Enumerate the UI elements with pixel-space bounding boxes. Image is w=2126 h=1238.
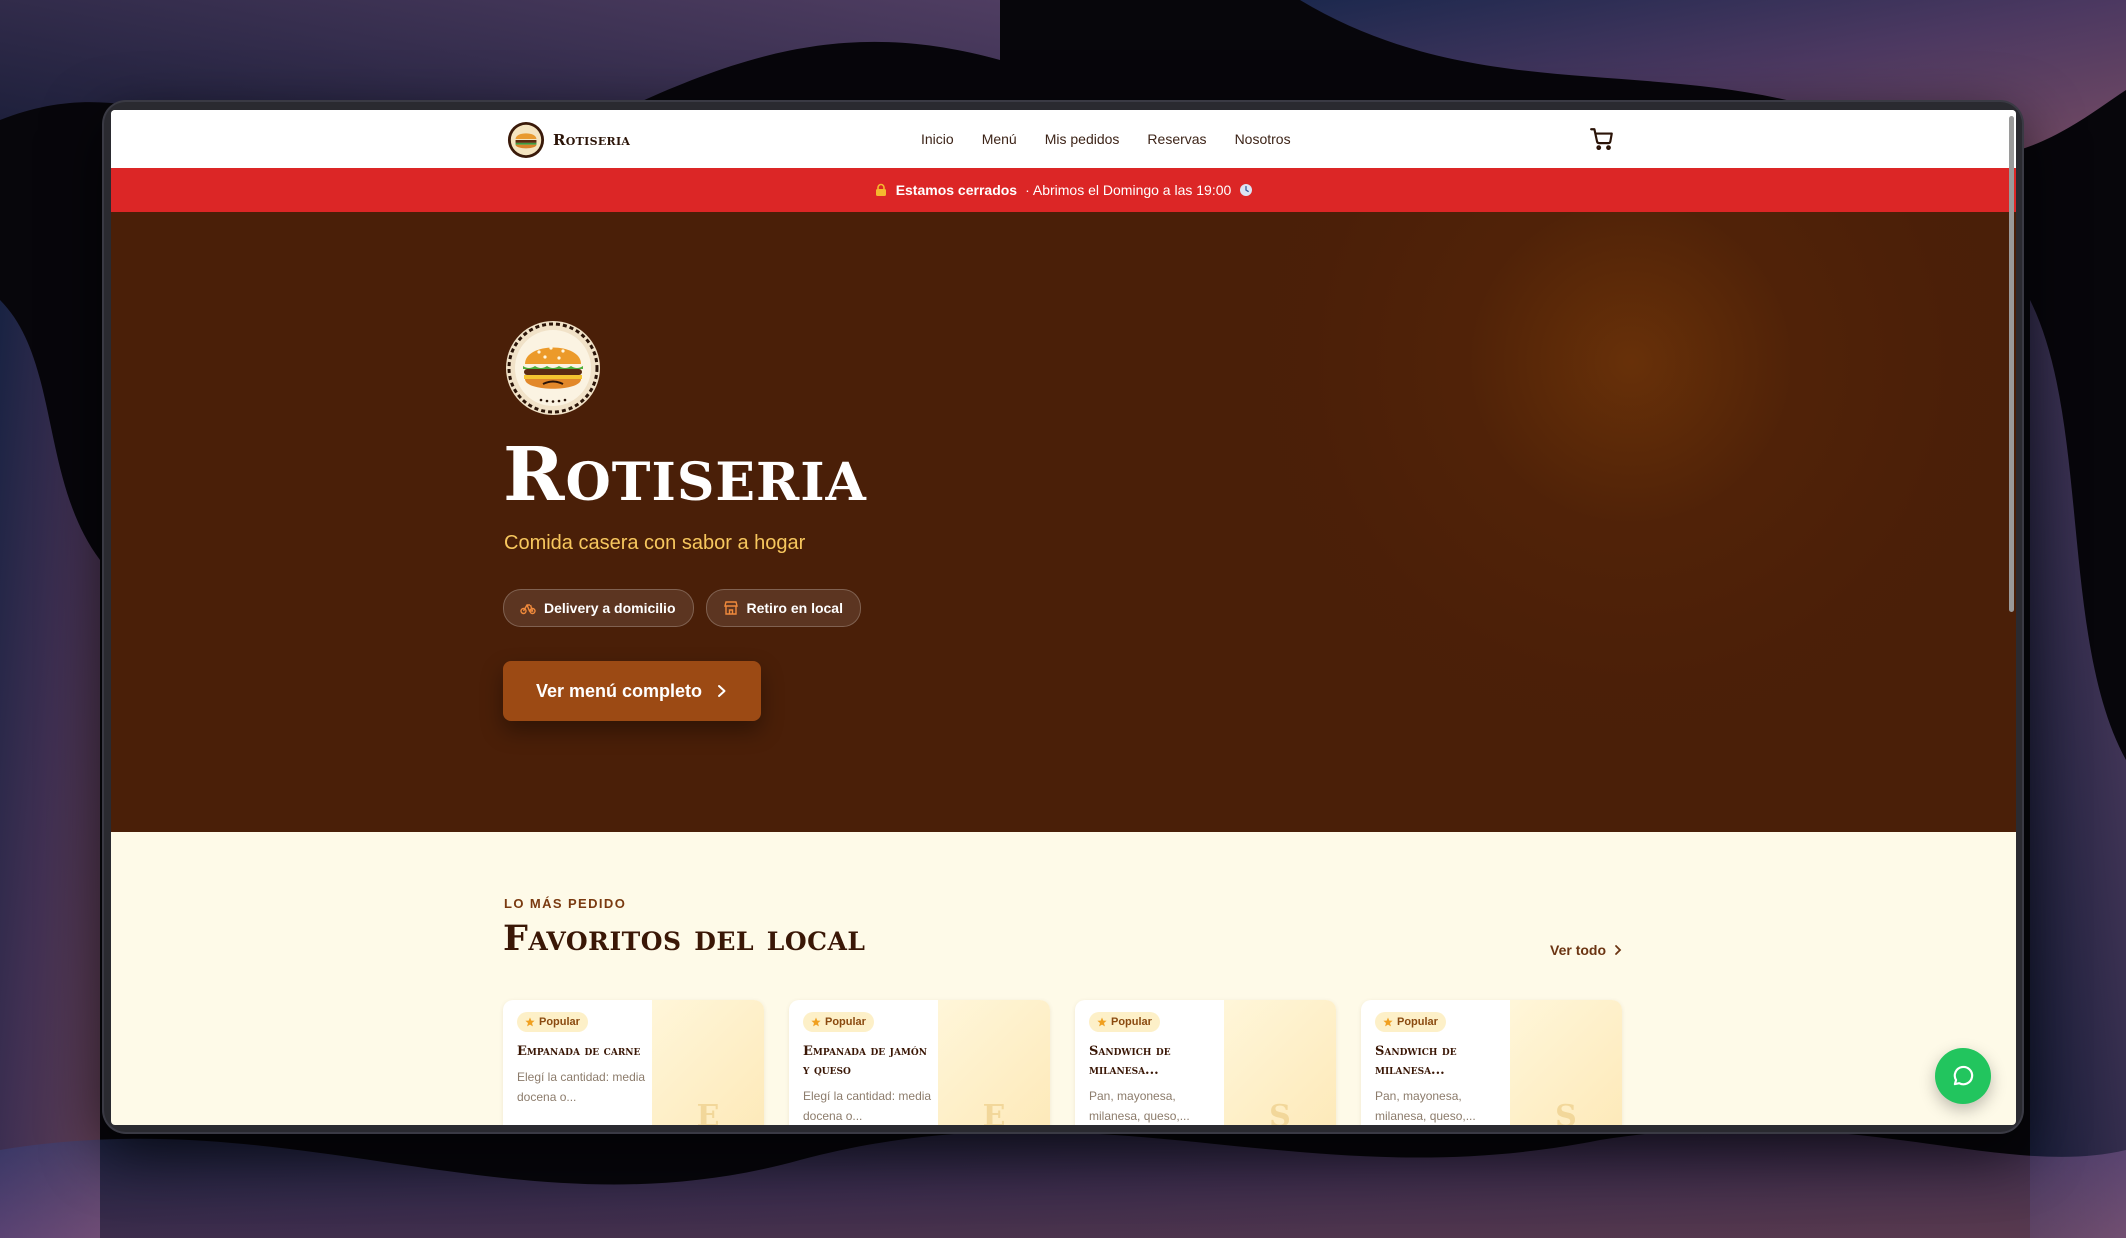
pill-delivery-label: Delivery a domicilio (544, 600, 676, 616)
clock-icon (1240, 184, 1253, 196)
nav-nosotros[interactable]: Nosotros (1235, 131, 1291, 147)
nav-inicio[interactable]: Inicio (921, 131, 954, 147)
section-eyebrow: LO MÁS PEDIDO (504, 896, 627, 911)
brand-name: Rotiseria (553, 131, 631, 149)
thumbnail-letter: E (696, 1099, 720, 1125)
bike-icon (520, 604, 536, 615)
next-open-text: · Abrimos el Domingo a las 19:00 (1025, 182, 1232, 198)
popular-badge: Popular (1375, 1012, 1446, 1032)
scrollbar-thumb[interactable] (2009, 116, 2014, 612)
thumbnail-letter: E (982, 1099, 1006, 1125)
main-nav: Inicio Menú Mis pedidos Reservas Nosotro… (921, 110, 1291, 168)
see-all-label: Ver todo (1550, 942, 1607, 958)
popular-badge: Popular (517, 1012, 588, 1032)
burger-logo-icon (507, 121, 545, 159)
product-thumbnail: S (1224, 1000, 1336, 1125)
star-icon (1097, 1017, 1107, 1027)
product-name: Empanada de carne (517, 1044, 641, 1059)
hero-subtitle: Comida casera con sabor a hogar (504, 532, 806, 554)
see-all-link[interactable]: Ver todo (1550, 942, 1622, 958)
nav-reservas[interactable]: Reservas (1147, 131, 1206, 147)
cart-icon[interactable] (1589, 126, 1615, 152)
whatsapp-chat-button[interactable] (1935, 1048, 1991, 1104)
closed-label: Estamos cerrados (895, 182, 1018, 198)
product-name: Sandwich de milanesa... (1089, 1044, 1171, 1078)
hero-burger-logo-icon (506, 321, 600, 415)
product-thumbnail: S (1510, 1000, 1622, 1125)
section-title: Favoritos del local (503, 918, 866, 959)
page-scrollbar[interactable] (2009, 110, 2014, 1125)
hero-title: Rotiseria (503, 432, 867, 518)
pill-pickup: Retiro en local (705, 589, 861, 627)
thumbnail-letter: S (1555, 1099, 1577, 1125)
product-desc: Pan, mayonesa, milanesa, queso,... (1375, 1089, 1476, 1123)
star-icon (525, 1017, 535, 1027)
product-card[interactable]: Popular Empanada de jamón y queso Elegí … (789, 1000, 1050, 1125)
product-desc: Pan, mayonesa, milanesa, queso,... (1089, 1089, 1190, 1123)
closed-status-banner: Estamos cerrados · Abrimos el Domingo a … (111, 168, 2016, 212)
product-desc: Elegí la cantidad: media docena o... (517, 1070, 646, 1104)
pill-pickup-label: Retiro en local (746, 600, 843, 616)
nav-menu[interactable]: Menú (982, 131, 1017, 147)
product-thumbnail: E (938, 1000, 1050, 1125)
brand[interactable]: Rotiseria (507, 120, 630, 160)
site-header: Rotiseria Inicio Menú Mis pedidos Reserv… (111, 110, 2016, 168)
view-menu-label: Ver menú completo (535, 680, 703, 701)
page-viewport: Rotiseria Inicio Menú Mis pedidos Reserv… (111, 110, 2016, 1125)
thumbnail-letter: S (1269, 1099, 1291, 1125)
product-card[interactable]: Popular Sandwich de milanesa... Pan, may… (1361, 1000, 1622, 1125)
pill-delivery: Delivery a domicilio (503, 589, 694, 627)
chevron-right-icon (1615, 945, 1622, 955)
chat-bubble-icon (1953, 1065, 1974, 1086)
product-name: Sandwich de milanesa... (1375, 1044, 1457, 1078)
favorites-list: Popular Empanada de carne Elegí la canti… (503, 1000, 1622, 1125)
store-icon (723, 601, 738, 615)
nav-mis-pedidos[interactable]: Mis pedidos (1045, 131, 1120, 147)
popular-badge: Popular (1089, 1012, 1160, 1032)
hero-section: Rotiseria Comida casera con sabor a hoga… (111, 212, 2016, 832)
lock-icon (875, 183, 886, 196)
service-pills: Delivery a domicilio Retiro en local (503, 589, 861, 627)
product-card[interactable]: Popular Sandwich de milanesa... Pan, may… (1075, 1000, 1336, 1125)
star-icon (1383, 1017, 1393, 1027)
product-card[interactable]: Popular Empanada de carne Elegí la canti… (503, 1000, 764, 1125)
product-thumbnail: E (652, 1000, 764, 1125)
chevron-right-icon (718, 685, 726, 697)
product-name: Empanada de jamón y queso (803, 1044, 927, 1078)
view-menu-button[interactable]: Ver menú completo (503, 661, 761, 721)
popular-badge: Popular (803, 1012, 874, 1032)
product-desc: Elegí la cantidad: media docena o... (803, 1089, 932, 1123)
star-icon (811, 1017, 821, 1027)
browser-window: Rotiseria Inicio Menú Mis pedidos Reserv… (104, 102, 2022, 1132)
